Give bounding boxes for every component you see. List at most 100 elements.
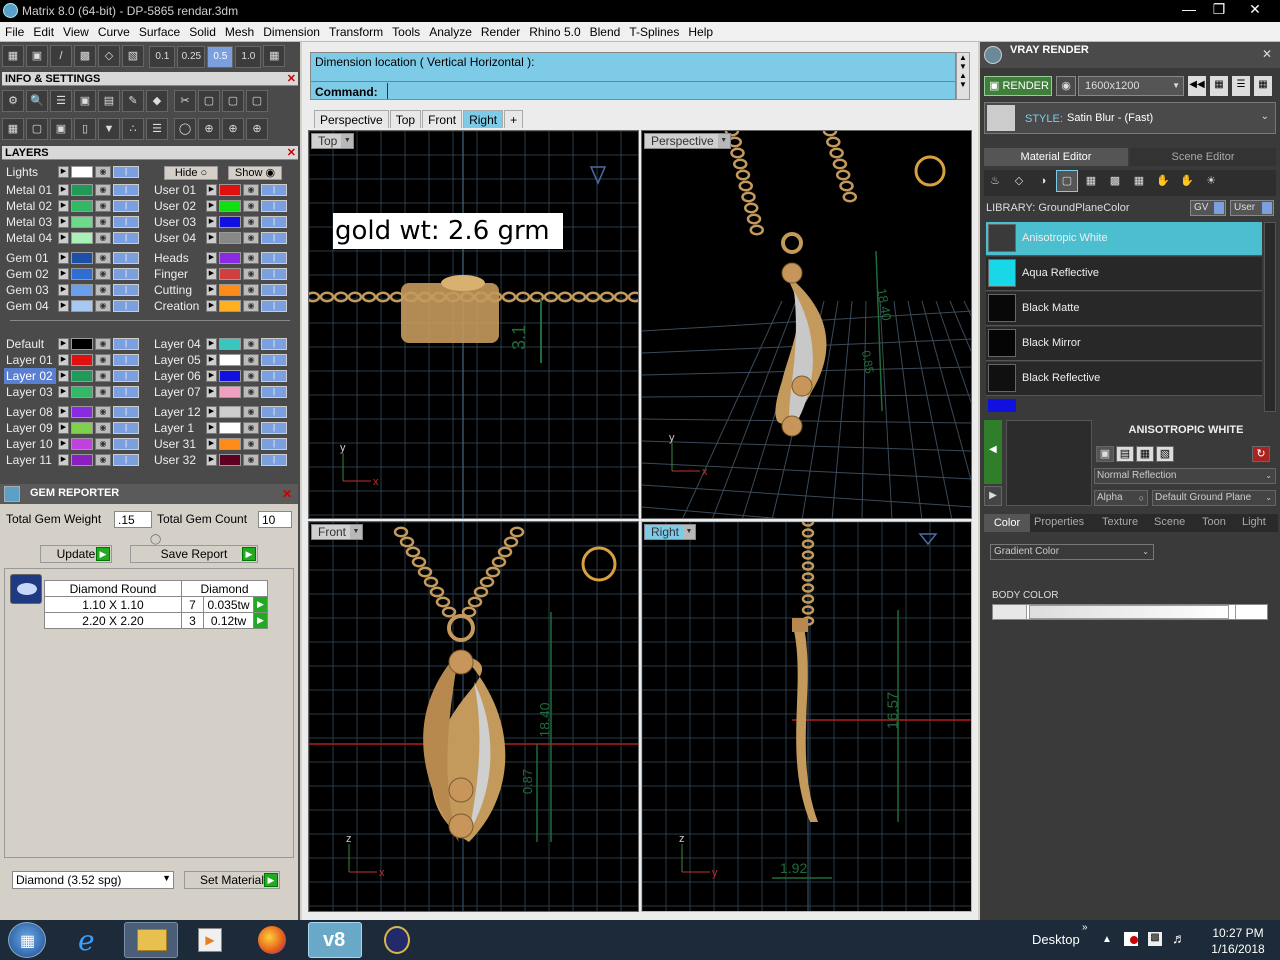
visibility-toggle[interactable]: |: [261, 200, 287, 212]
expand-arrow-icon[interactable]: ▶: [58, 406, 69, 418]
lock-icon[interactable]: ◉: [95, 386, 111, 398]
menu-rhino[interactable]: Rhino 5.0: [524, 22, 584, 39]
close-icon[interactable]: ✕: [287, 72, 296, 86]
layer-row[interactable]: Layer 04 ▶ ◉ |: [152, 336, 292, 352]
layer-row[interactable]: Layer 12 ▶ ◉ |: [152, 404, 292, 420]
layer-row[interactable]: Layer 06 ▶ ◉ |: [152, 368, 292, 384]
expand-left-icon[interactable]: ◀: [984, 420, 1002, 484]
visibility-toggle[interactable]: |: [261, 184, 287, 196]
layer-row[interactable]: Gem 01 ▶ ◉ |: [4, 250, 144, 266]
visibility-toggle[interactable]: |: [261, 284, 287, 296]
visibility-toggle[interactable]: |: [261, 438, 287, 450]
menu-view[interactable]: View: [58, 22, 93, 39]
layer-name[interactable]: Layer 08: [4, 404, 56, 420]
layer-row[interactable]: User 02 ▶ ◉ |: [152, 198, 292, 214]
menu-curve[interactable]: Curve: [93, 22, 134, 39]
layer-name[interactable]: Layer 12: [152, 404, 204, 420]
layer-color-swatch[interactable]: [219, 386, 241, 398]
lock-icon[interactable]: ◉: [95, 252, 111, 264]
layer-name[interactable]: User 02: [152, 198, 204, 214]
layer-row[interactable]: Creation ▶ ◉ |: [152, 298, 292, 314]
table-row[interactable]: 2.20 X 2.20 3 0.12tw ▶: [44, 612, 268, 629]
lock-icon[interactable]: ◉: [243, 284, 259, 296]
visibility-toggle[interactable]: |: [261, 370, 287, 382]
material-item[interactable]: Anisotropic White: [986, 222, 1262, 256]
expand-arrow-icon[interactable]: ▶: [206, 370, 217, 382]
lock-icon[interactable]: ◉: [95, 422, 111, 434]
layer-name[interactable]: User 31: [152, 436, 204, 452]
table-row[interactable]: 1.10 X 1.10 7 0.035tw ▶: [44, 596, 268, 613]
layer-name[interactable]: Layer 07: [152, 384, 204, 400]
visibility-toggle[interactable]: |: [113, 232, 139, 244]
layer-row[interactable]: Layer 08 ▶ ◉ |: [4, 404, 144, 420]
layer-name[interactable]: User 04: [152, 230, 204, 246]
scatter-icon[interactable]: ∴: [122, 118, 144, 140]
viewport-label[interactable]: Top ▼: [311, 133, 355, 149]
expand-arrow-icon[interactable]: ▶: [206, 406, 217, 418]
layer-name[interactable]: Default: [4, 336, 56, 352]
expand-arrow-icon[interactable]: ▶: [206, 454, 217, 466]
visibility-toggle[interactable]: |: [261, 232, 287, 244]
layer-name[interactable]: Creation: [152, 298, 204, 314]
visibility-toggle[interactable]: |: [113, 454, 139, 466]
layer-name[interactable]: Metal 04: [4, 230, 56, 246]
visibility-toggle[interactable]: |: [113, 200, 139, 212]
layer-row[interactable]: Default ▶ ◉ |: [4, 336, 144, 352]
lock-icon[interactable]: ◉: [243, 216, 259, 228]
layer-name[interactable]: Gem 02: [4, 266, 56, 282]
target2-icon[interactable]: ⊕: [222, 118, 244, 140]
lights-color[interactable]: [71, 166, 93, 178]
layer-color-swatch[interactable]: [71, 370, 93, 382]
viewport-label[interactable]: Right ▼: [644, 524, 697, 540]
expand-arrow-icon[interactable]: ▶: [206, 200, 217, 212]
texture-icon[interactable]: ▦: [1080, 171, 1102, 193]
menu-transform[interactable]: Transform: [324, 22, 387, 39]
visibility-toggle[interactable]: |: [261, 252, 287, 264]
layer-splitter[interactable]: [10, 320, 290, 321]
visibility-toggle[interactable]: |: [261, 354, 287, 366]
lock-icon[interactable]: ◉: [95, 370, 111, 382]
tab-right[interactable]: Right: [463, 110, 504, 128]
menu-edit[interactable]: Edit: [28, 22, 58, 39]
user-toggle[interactable]: User: [1230, 200, 1274, 216]
expand-arrow-icon[interactable]: ▶: [58, 422, 69, 434]
layer-name[interactable]: Layer 05: [152, 352, 204, 368]
diamond-icon[interactable]: ◇: [1008, 171, 1030, 193]
lock-icon[interactable]: ◉: [243, 370, 259, 382]
lock-icon[interactable]: ◉: [95, 284, 111, 296]
visibility-toggle[interactable]: |: [113, 422, 139, 434]
lock-icon[interactable]: ◉: [95, 232, 111, 244]
layout-icon[interactable]: ▦: [1210, 76, 1228, 96]
layer-color-swatch[interactable]: [71, 184, 93, 196]
layer-row[interactable]: Layer 09 ▶ ◉ |: [4, 420, 144, 436]
visibility-toggle[interactable]: |: [261, 386, 287, 398]
copy-icon[interactable]: ▤: [1116, 446, 1134, 462]
layer-row[interactable]: Layer 1 ▶ ◉ |: [152, 420, 292, 436]
snap-grid-icon[interactable]: ▩: [74, 45, 96, 67]
expand-arrow-icon[interactable]: ▶: [58, 386, 69, 398]
menu-solid[interactable]: Solid: [184, 22, 220, 39]
expand-arrow-icon[interactable]: ▶: [206, 268, 217, 280]
lock-icon[interactable]: ◉: [95, 406, 111, 418]
menu-dimension[interactable]: Dimension: [258, 22, 324, 39]
target3-icon[interactable]: ⊕: [246, 118, 268, 140]
visibility-toggle[interactable]: |: [113, 438, 139, 450]
visibility-toggle[interactable]: |: [113, 300, 139, 312]
grid-icon[interactable]: ▦: [2, 45, 24, 67]
save-report-button[interactable]: Save Report: [130, 545, 258, 563]
lock-icon[interactable]: ◉: [95, 216, 111, 228]
settings-icon[interactable]: ⚙: [2, 90, 24, 112]
layer-color-swatch[interactable]: [219, 268, 241, 280]
layer-color-swatch[interactable]: [71, 268, 93, 280]
lock-icon[interactable]: ◉: [243, 406, 259, 418]
lock-icon[interactable]: ◉: [243, 184, 259, 196]
bulb-icon[interactable]: ☀: [1200, 171, 1222, 193]
layer-color-swatch[interactable]: [219, 354, 241, 366]
viewport-front[interactable]: xz Front ▼ 18.40 0.87: [308, 521, 639, 912]
layer-row[interactable]: User 01 ▶ ◉ |: [152, 182, 292, 198]
layer-name[interactable]: Layer 1: [152, 420, 204, 436]
lock-icon[interactable]: ◉: [243, 300, 259, 312]
expand-arrow-icon[interactable]: ▶: [58, 232, 69, 244]
eye-icon[interactable]: ◉: [1056, 76, 1076, 96]
expand-arrow-icon[interactable]: ▶: [58, 216, 69, 228]
